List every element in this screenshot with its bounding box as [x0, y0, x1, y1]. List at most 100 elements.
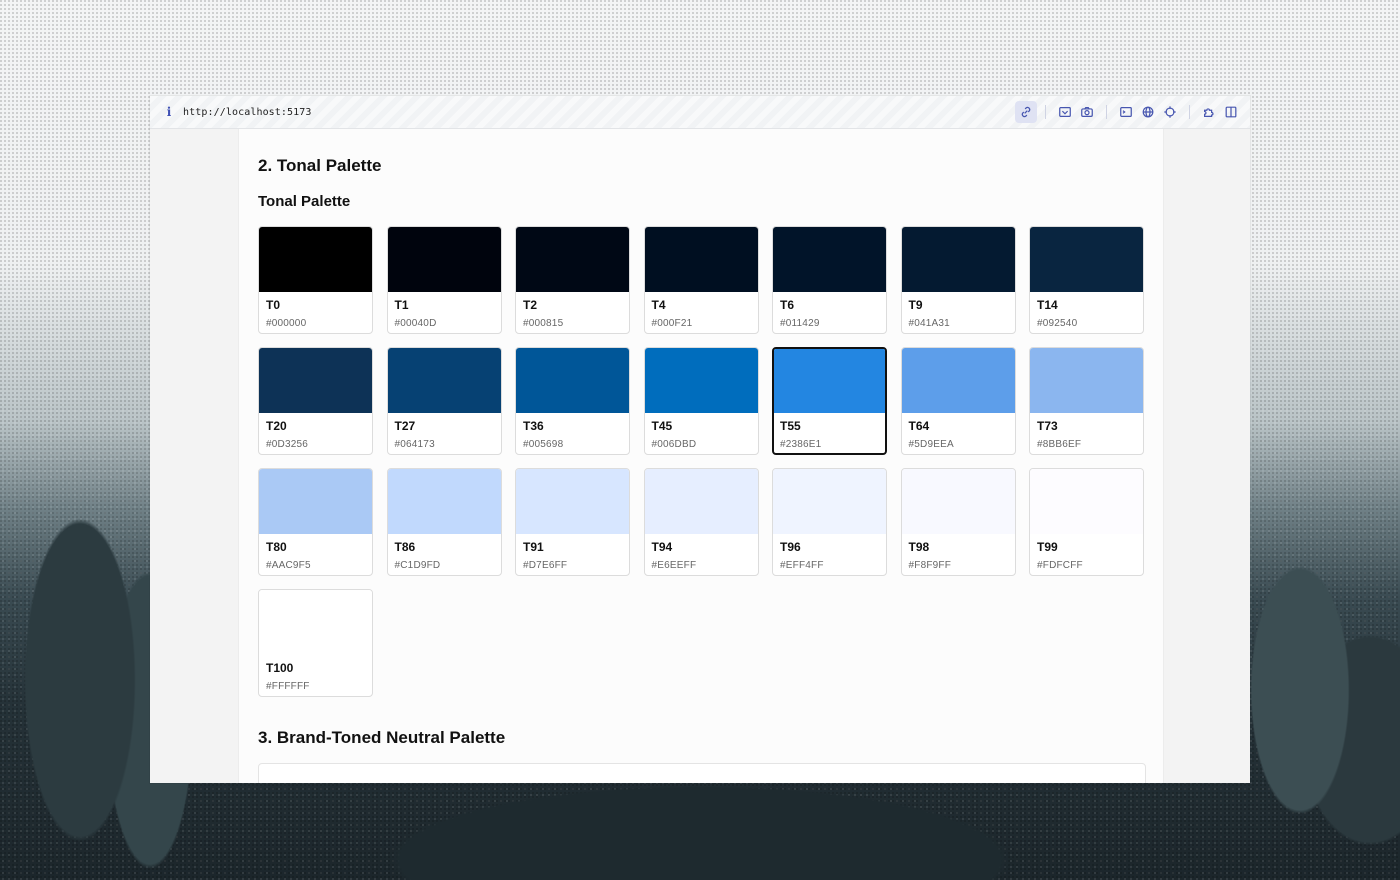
hex-value: #005698: [523, 439, 564, 450]
color-chip: [259, 469, 372, 534]
hex-value: #AAC9F5: [266, 560, 311, 571]
swatch-t14[interactable]: T14 #092540: [1029, 226, 1144, 334]
globe-icon[interactable]: [1137, 101, 1159, 123]
toolbar-divider: [1106, 105, 1107, 119]
color-chip: [259, 227, 372, 292]
hex-value: #2386E1: [780, 439, 822, 450]
hex-value: #F8F9FF: [908, 560, 952, 571]
extension-icon[interactable]: [1198, 101, 1220, 123]
hex-value: #D7E6FF: [523, 560, 568, 571]
terminal-icon[interactable]: [1115, 101, 1137, 123]
section-title: 2. Tonal Palette: [258, 156, 382, 175]
tone-label: T2: [523, 298, 538, 312]
hex-value: #8BB6EF: [1037, 439, 1082, 450]
hex-value: #000815: [523, 318, 564, 329]
color-chip: [516, 348, 629, 413]
tone-label: T0: [266, 298, 281, 312]
swatch-t0[interactable]: T0 #000000: [258, 226, 373, 334]
swatch-t20[interactable]: T20 #0D3256: [258, 347, 373, 455]
swatch-t86[interactable]: T86 #C1D9FD: [386, 468, 502, 576]
swatch-t6[interactable]: T6 #011429: [772, 226, 887, 334]
neutral-palette-card: [258, 763, 1146, 783]
color-chip: [387, 348, 501, 413]
color-chip: [774, 349, 885, 413]
tone-label: T14: [1037, 298, 1058, 312]
hex-value: #006DBD: [651, 439, 697, 450]
swatch-t4[interactable]: T4 #000F21: [643, 226, 759, 334]
browser-window: i http://localhost:5173 2. Tonal Palette…: [150, 96, 1250, 783]
swatch-t64[interactable]: T64 #5D9EEA: [900, 347, 1016, 455]
color-chip: [516, 227, 629, 292]
color-chip: [644, 227, 758, 292]
color-chip: [516, 469, 629, 534]
tone-label: T20: [266, 419, 287, 433]
hex-value: #041A31: [908, 318, 950, 329]
color-chip: [1030, 348, 1143, 413]
tone-label: T100: [266, 661, 294, 675]
tone-label: T9: [908, 298, 923, 312]
hex-value: #FDFCFF: [1037, 560, 1083, 571]
swatch-t100[interactable]: T100 #FFFFFF: [258, 589, 373, 697]
sidebar-icon[interactable]: [1220, 101, 1242, 123]
hex-value: #FFFFFF: [266, 681, 310, 692]
tone-label: T86: [394, 540, 416, 554]
swatch-t55[interactable]: T55 #2386E1: [772, 347, 887, 455]
swatch-t9[interactable]: T9 #041A31: [900, 226, 1016, 334]
swatch-t80[interactable]: T80 #AAC9F5: [258, 468, 373, 576]
hex-value: #011429: [780, 318, 820, 329]
swatch-t1[interactable]: T1 #00040D: [386, 226, 502, 334]
tone-label: T27: [394, 419, 416, 433]
camera-icon[interactable]: [1076, 101, 1098, 123]
color-chip: [901, 469, 1015, 534]
url-text[interactable]: http://localhost:5173: [183, 107, 312, 118]
tone-label: T64: [908, 419, 930, 433]
color-chip: [387, 469, 501, 534]
browser-toolbar: i http://localhost:5173: [150, 96, 1250, 129]
swatch-t73[interactable]: T73 #8BB6EF: [1029, 347, 1144, 455]
toolbar-icons: [1015, 101, 1242, 123]
color-chip: [901, 227, 1015, 292]
tone-label: T73: [1037, 419, 1058, 433]
swatch-t98[interactable]: T98 #F8F9FF: [900, 468, 1016, 576]
swatch-t27[interactable]: T27 #064173: [386, 347, 502, 455]
tone-label: T45: [651, 419, 673, 433]
color-chip: [901, 348, 1015, 413]
swatch-t36[interactable]: T36 #005698: [515, 347, 630, 455]
hex-value: #EFF4FF: [780, 560, 824, 571]
color-chip: [259, 590, 372, 655]
link-icon[interactable]: [1015, 101, 1037, 123]
section-title: 3. Brand-Toned Neutral Palette: [258, 728, 506, 747]
swatch-t99[interactable]: T99 #FDFCFF: [1029, 468, 1144, 576]
info-icon[interactable]: i: [162, 105, 176, 119]
page-content: 2. Tonal Palette Tonal Palette T0 #000000…: [238, 129, 1164, 783]
swatch-t96[interactable]: T96 #EFF4FF: [772, 468, 887, 576]
tone-label: T6: [780, 298, 795, 312]
hex-value: #000F21: [651, 318, 693, 329]
subsection-title: Tonal Palette: [258, 193, 351, 210]
swatch-t91[interactable]: T91 #D7E6FF: [515, 468, 630, 576]
hex-value: #064173: [394, 439, 435, 450]
hex-value: #5D9EEA: [908, 439, 954, 450]
tone-label: T1: [394, 298, 409, 312]
color-chip: [387, 227, 501, 292]
toolbar-divider: [1045, 105, 1046, 119]
tone-label: T98: [908, 540, 930, 554]
color-chip: [1030, 227, 1143, 292]
hex-value: #C1D9FD: [394, 560, 441, 571]
tone-label: T94: [651, 540, 673, 554]
inspect-icon[interactable]: [1054, 101, 1076, 123]
swatch-t2[interactable]: T2 #000815: [515, 226, 630, 334]
crosshair-icon[interactable]: [1159, 101, 1181, 123]
hex-value: #0D3256: [266, 439, 308, 450]
tone-label: T99: [1037, 540, 1058, 554]
color-chip: [773, 469, 886, 534]
tone-label: T55: [780, 419, 801, 433]
color-chip: [259, 348, 372, 413]
swatch-t94[interactable]: T94 #E6EEFF: [643, 468, 759, 576]
color-chip: [644, 348, 758, 413]
tone-label: T91: [523, 540, 544, 554]
hex-value: #092540: [1037, 318, 1078, 329]
color-chip: [773, 227, 886, 292]
swatch-t45[interactable]: T45 #006DBD: [643, 347, 759, 455]
tone-label: T4: [651, 298, 666, 312]
